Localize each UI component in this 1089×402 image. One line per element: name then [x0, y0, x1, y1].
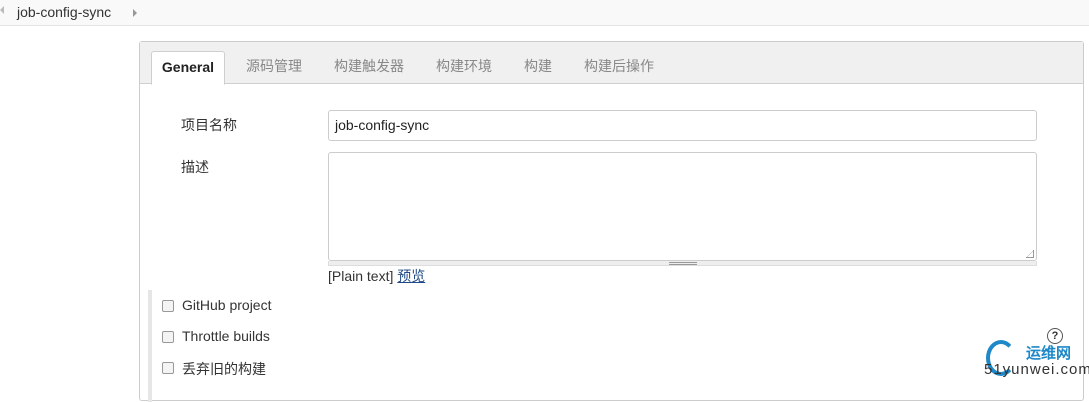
description-textarea[interactable]	[328, 152, 1037, 261]
description-label: 描述	[181, 159, 209, 175]
tab-build-triggers[interactable]: 构建触发器	[326, 51, 412, 84]
breadcrumb-back-arrow-icon	[0, 6, 4, 14]
config-panel: General 源码管理 构建触发器 构建环境 构建 构建后操作 项目名称 jo…	[139, 41, 1084, 402]
drag-grip-icon	[669, 262, 697, 265]
textarea-resize-handle[interactable]	[328, 261, 1037, 266]
tab-build-environment[interactable]: 构建环境	[428, 51, 500, 84]
tab-build[interactable]: 构建	[516, 51, 560, 84]
breadcrumb: job-config-sync	[0, 0, 1089, 26]
tab-bar: General 源码管理 构建触发器 构建环境 构建 构建后操作	[140, 42, 1083, 85]
github-project-label[interactable]: GitHub project	[182, 297, 271, 313]
preview-link[interactable]: 预览	[397, 268, 425, 284]
tab-source-control[interactable]: 源码管理	[238, 51, 310, 84]
breadcrumb-chevron-icon[interactable]	[133, 9, 137, 17]
github-project-checkbox[interactable]	[162, 300, 174, 312]
tab-general[interactable]: General	[151, 51, 225, 85]
breadcrumb-item-job[interactable]: job-config-sync	[17, 4, 111, 20]
discard-old-builds-label[interactable]: 丢弃旧的构建	[182, 359, 266, 379]
throttle-builds-label[interactable]: Throttle builds	[182, 328, 270, 344]
throttle-builds-checkbox[interactable]	[162, 331, 174, 343]
project-name-label: 项目名称	[181, 117, 237, 133]
preview-line: [Plain text] 预览	[328, 266, 425, 286]
project-name-input[interactable]: job-config-sync	[328, 110, 1037, 141]
discard-old-builds-checkbox[interactable]	[162, 362, 174, 374]
watermark-domain: 51yunwei.com	[984, 361, 1089, 378]
watermark-title: 运维网	[1026, 345, 1072, 362]
section-divider	[148, 290, 152, 402]
resize-grip-icon[interactable]	[1026, 250, 1034, 258]
tab-post-build-actions[interactable]: 构建后操作	[576, 51, 662, 84]
watermark-logo: 运维网 51yunwei.com	[982, 338, 1089, 385]
plain-text-label: [Plain text]	[328, 268, 394, 284]
